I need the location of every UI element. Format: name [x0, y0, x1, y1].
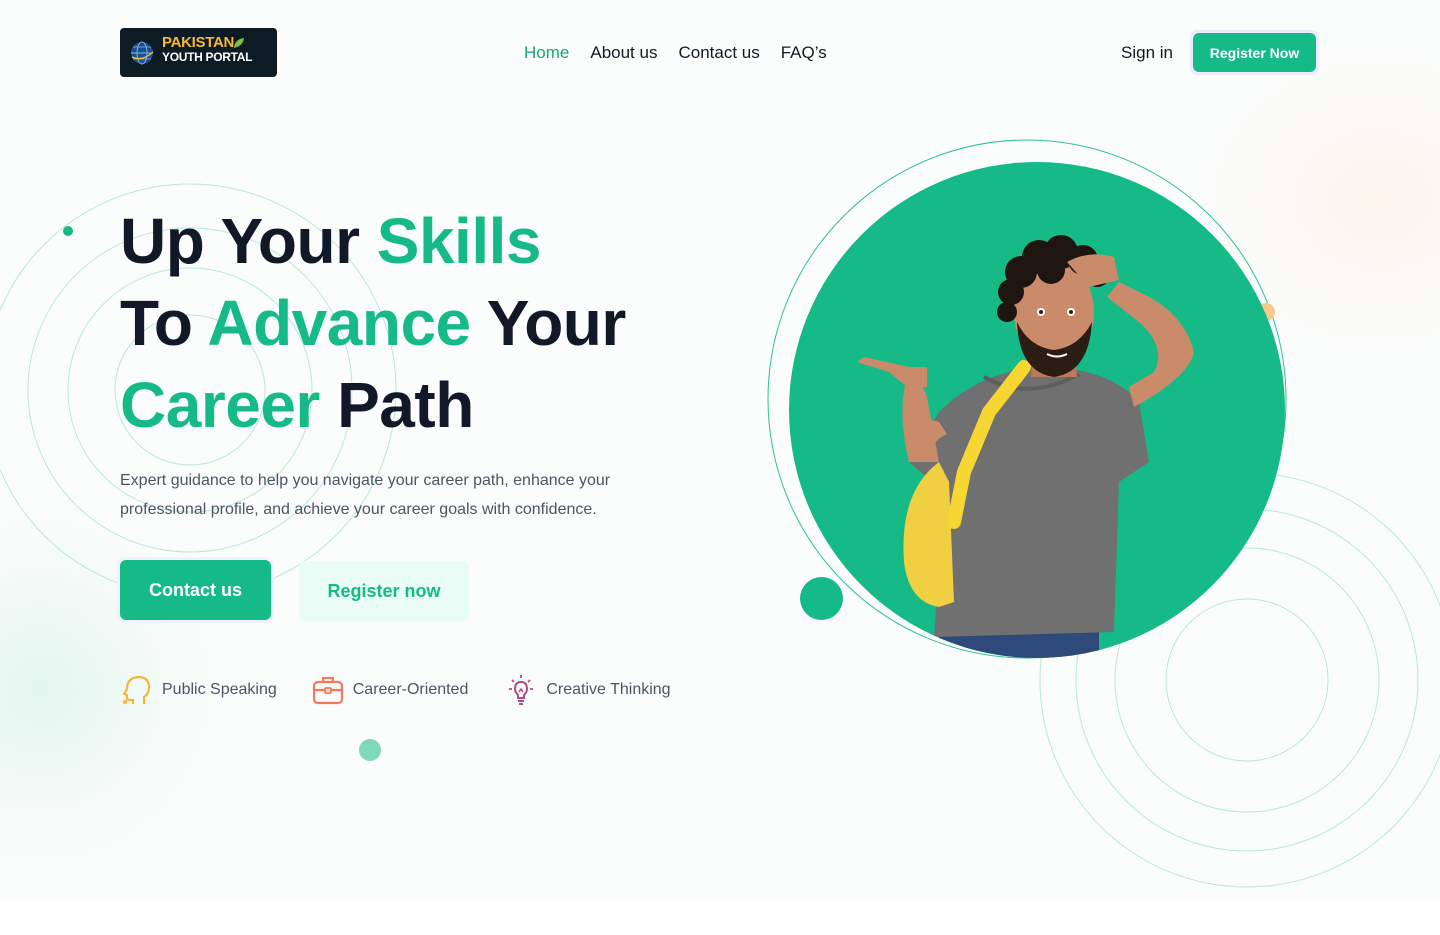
- globe-icon: [131, 41, 154, 65]
- hero-title-text: Your: [470, 287, 627, 359]
- landing-page: PAKISTAN YOUTH PORTAL Home About us Cont…: [0, 0, 1440, 935]
- feature-list: Public Speaking Career-Oriented Creative…: [120, 672, 671, 708]
- section-divider: [0, 900, 1440, 935]
- hero-title-line-1: Up Your Skills: [120, 200, 760, 282]
- nav-home[interactable]: Home: [524, 42, 569, 64]
- register-now-hero-button[interactable]: Register now: [299, 561, 469, 621]
- brand-logo[interactable]: PAKISTAN YOUTH PORTAL: [120, 28, 277, 77]
- hero-title-highlight: Career: [120, 369, 320, 441]
- lightbulb-icon: [509, 675, 534, 705]
- register-now-button[interactable]: Register Now: [1190, 30, 1319, 75]
- hero-title: Up Your Skills To Advance Your Career Pa…: [120, 200, 760, 446]
- hero-title-highlight: Skills: [376, 205, 542, 277]
- feature-label: Career-Oriented: [352, 681, 469, 698]
- person-illustration: [857, 235, 1194, 658]
- contact-us-label: Contact us: [120, 560, 271, 620]
- register-now-label: Register Now: [1193, 33, 1316, 72]
- logo-subtitle: YOUTH PORTAL: [162, 50, 253, 64]
- decorative-dot: [359, 739, 381, 761]
- sign-in-link[interactable]: Sign in: [1121, 42, 1173, 64]
- feature-creative-thinking: Creative Thinking: [504, 672, 671, 708]
- main-nav: Home About us Contact us FAQ’s: [524, 42, 827, 64]
- briefcase-icon: [312, 676, 343, 705]
- contact-us-button[interactable]: Contact us: [117, 557, 274, 623]
- feature-career-oriented: Career-Oriented: [311, 672, 469, 708]
- feature-label: Creative Thinking: [546, 681, 671, 698]
- nav-faqs[interactable]: FAQ’s: [781, 42, 827, 64]
- hero-title-line-2: To Advance Your: [120, 282, 760, 364]
- nav-about-us[interactable]: About us: [590, 42, 657, 64]
- feature-label: Public Speaking: [162, 681, 277, 698]
- hero-title-text: To: [120, 287, 208, 359]
- leaf-icon: [234, 38, 244, 48]
- hero-title-text: Path: [319, 369, 474, 441]
- hero-title-highlight: Advance: [207, 287, 471, 359]
- nav-contact-us[interactable]: Contact us: [678, 42, 759, 64]
- hero-title-text: Up Your: [120, 205, 377, 277]
- hero-description: Expert guidance to help you navigate you…: [120, 472, 611, 518]
- head-icon: [122, 675, 151, 705]
- hero-title-line-3: Career Path: [120, 364, 760, 446]
- feature-public-speaking: Public Speaking: [120, 672, 277, 708]
- hero-image: [789, 162, 1285, 658]
- decorative-dot: [63, 226, 73, 236]
